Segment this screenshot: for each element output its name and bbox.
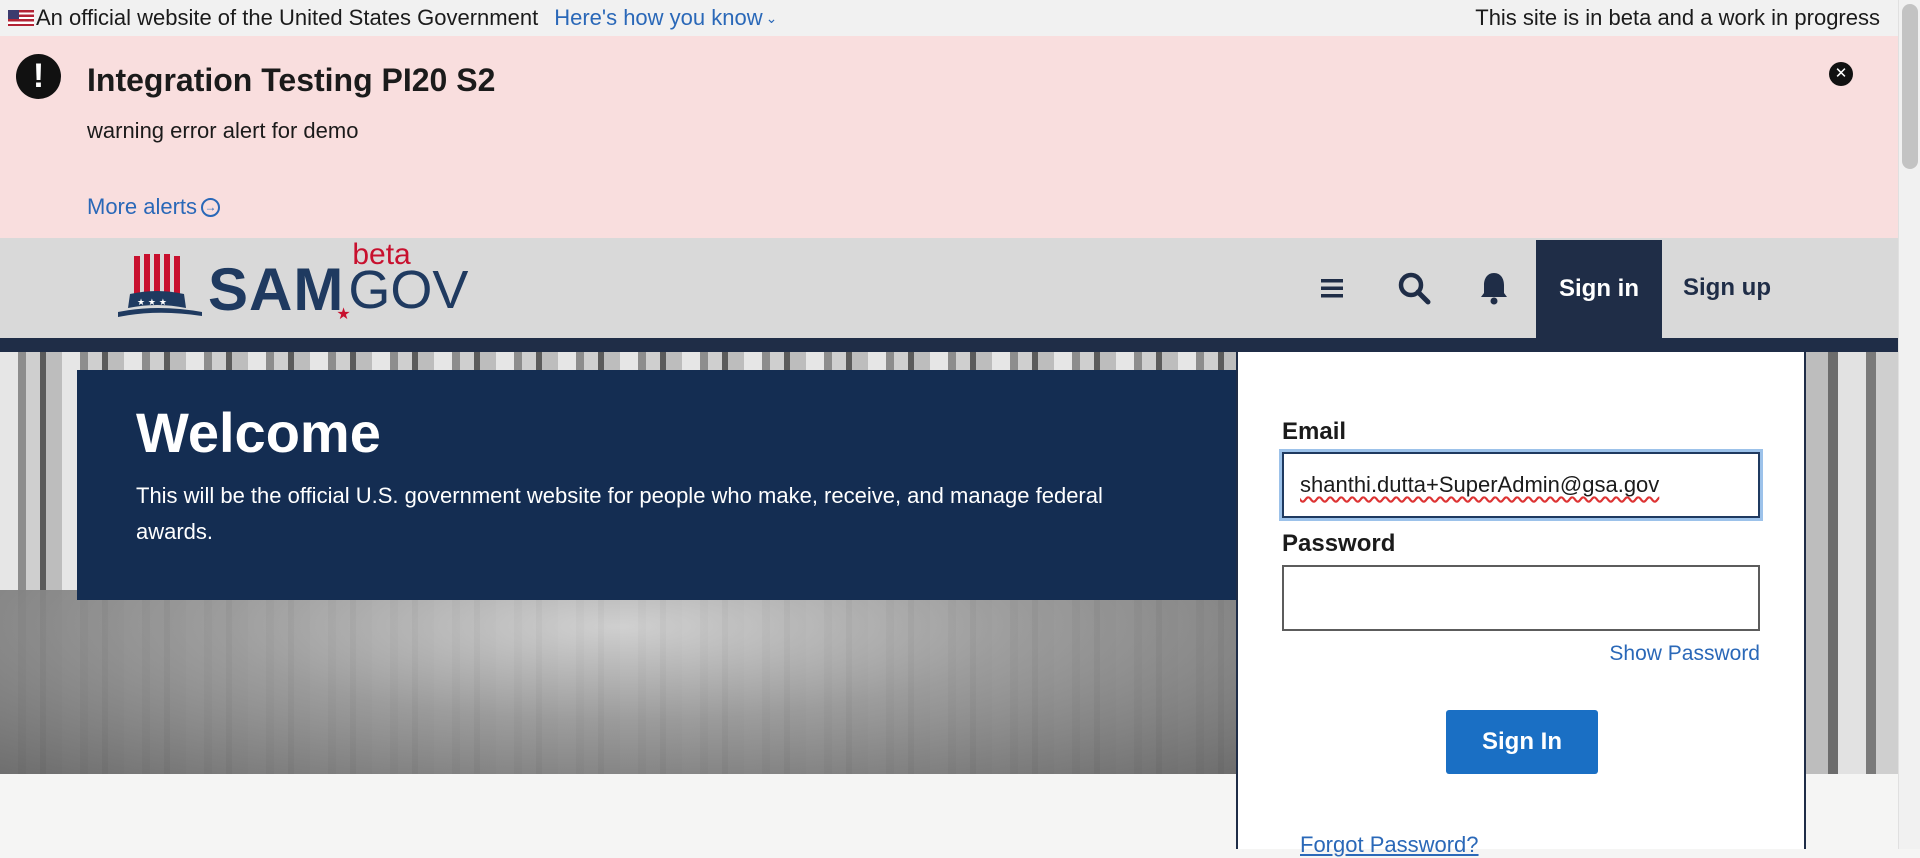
beta-note: This site is in beta and a work in progr…: [1475, 5, 1880, 30]
alert-title: Integration Testing PI20 S2: [87, 62, 496, 98]
email-field[interactable]: shanthi.dutta+SuperAdmin@gsa.gov: [1282, 452, 1760, 518]
password-field[interactable]: [1282, 565, 1760, 631]
alert-banner: ! Integration Testing PI20 S2 warning er…: [0, 36, 1898, 238]
welcome-text: This will be the official U.S. governmen…: [136, 483, 1103, 544]
exclamation-icon: !: [16, 54, 61, 99]
site-header: ★ ★ ★ SAM beta ★ GOV Sign in Sign up: [0, 238, 1898, 338]
password-label: Password: [1282, 530, 1396, 557]
email-value: shanthi.dutta+SuperAdmin@gsa.gov: [1300, 472, 1660, 497]
uncle-sam-hat-icon: ★ ★ ★: [118, 254, 202, 317]
logo-gov-group: beta ★ GOV: [336, 240, 468, 324]
search-icon[interactable]: [1390, 238, 1438, 338]
close-icon[interactable]: ✕: [1829, 62, 1853, 86]
column-bases-image: [0, 590, 1236, 774]
nav-sign-in-button[interactable]: Sign in: [1536, 240, 1662, 338]
scrollbar-thumb[interactable]: [1902, 4, 1918, 169]
heres-how-you-know-label: Here's how you know: [554, 5, 763, 30]
us-flag-icon: [8, 10, 34, 26]
sign-in-panel: Email shanthi.dutta+SuperAdmin@gsa.gov P…: [1236, 352, 1806, 857]
sign-in-button[interactable]: Sign In: [1446, 710, 1598, 774]
vertical-scrollbar[interactable]: [1898, 0, 1920, 849]
logo-sam-text: SAM: [208, 256, 345, 323]
star-icon: ★: [336, 306, 351, 323]
heres-how-you-know-link[interactable]: Here's how you know ⌄: [554, 5, 777, 31]
arrow-circle-right-icon: →: [201, 197, 221, 217]
gov-banner: An official website of the United States…: [0, 0, 1898, 36]
menu-icon[interactable]: [1310, 238, 1354, 338]
bell-icon[interactable]: [1470, 238, 1518, 338]
header-divider: [0, 338, 1898, 352]
chevron-down-icon: ⌄: [765, 9, 778, 26]
sam-gov-logo[interactable]: ★ ★ ★ SAM beta ★ GOV: [116, 240, 468, 324]
logo-beta-text: beta: [352, 238, 411, 271]
nav-sign-up-button[interactable]: Sign up: [1662, 238, 1792, 338]
show-password-link[interactable]: Show Password: [1609, 642, 1760, 666]
welcome-box: Welcome This will be the official U.S. g…: [77, 370, 1237, 600]
alert-body: warning error alert for demo: [87, 118, 359, 143]
welcome-title: Welcome: [136, 401, 381, 464]
email-label: Email: [1282, 418, 1347, 445]
hero-right-columns-image: [1806, 352, 1898, 774]
forgot-password-link[interactable]: Forgot Password?: [1300, 832, 1479, 858]
official-site-text: An official website of the United States…: [36, 5, 539, 30]
svg-text:★ ★ ★: ★ ★ ★: [137, 298, 167, 308]
more-alerts-link[interactable]: More alerts →: [87, 194, 221, 220]
more-alerts-label: More alerts: [87, 194, 198, 219]
